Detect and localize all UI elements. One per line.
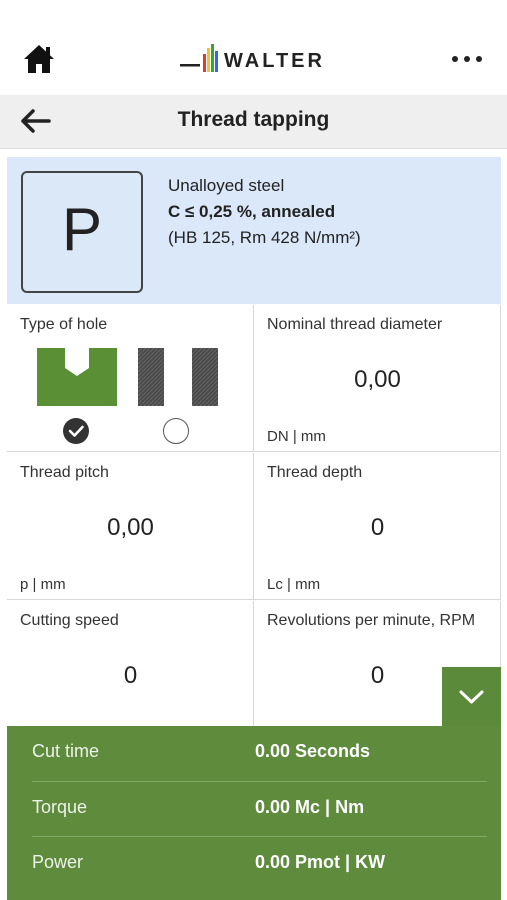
material-name: Unalloyed steel: [168, 176, 285, 195]
power-label: Power: [32, 852, 84, 872]
thread-depth-unit: Lc | mm: [267, 576, 321, 593]
thread-pitch-label: Thread pitch: [20, 464, 109, 481]
nominal-diameter-cell[interactable]: Nominal thread diameter 0,00 DN | mm: [254, 305, 501, 452]
top-bar: WALTER: [0, 0, 507, 95]
material-hardness: (HB 125, Rm 428 N/mm²): [168, 228, 361, 247]
walter-logo: WALTER: [180, 42, 330, 78]
cut-time-row: Cut time 0.00 Seconds: [7, 726, 501, 781]
power-value: 0.00 Pmot | KW: [255, 852, 386, 872]
thread-depth-cell[interactable]: Thread depth 0 Lc | mm: [254, 453, 501, 600]
torque-label: Torque: [32, 797, 88, 817]
logo-text: WALTER: [224, 50, 325, 72]
title-bar: Thread tapping: [0, 95, 507, 149]
results-panel: Cut time 0.00 Seconds Torque 0.00 Mc | N…: [7, 726, 501, 900]
material-group-badge: P: [21, 171, 143, 293]
blind-hole-icon[interactable]: [37, 348, 117, 406]
rpm-label: Revolutions per minute, RPM: [267, 612, 476, 629]
cut-time-value: 0.00 Seconds: [255, 741, 371, 761]
through-hole-radio[interactable]: [163, 418, 189, 444]
page-title: Thread tapping: [177, 108, 330, 131]
material-group-letter: P: [61, 196, 103, 263]
type-of-hole-cell: Type of hole: [7, 305, 254, 452]
thread-depth-value[interactable]: 0: [254, 514, 501, 542]
torque-value: 0.00 Mc | Nm: [255, 797, 365, 817]
home-icon[interactable]: [22, 42, 56, 76]
cut-time-label: Cut time: [32, 741, 100, 761]
type-of-hole-label: Type of hole: [20, 316, 108, 333]
nominal-diameter-unit: DN | mm: [267, 428, 326, 445]
nominal-diameter-label: Nominal thread diameter: [267, 316, 443, 333]
through-hole-icon[interactable]: [138, 348, 218, 406]
material-spec: C ≤ 0,25 %, annealed: [168, 202, 336, 221]
cutting-speed-label: Cutting speed: [20, 612, 119, 629]
blind-hole-radio[interactable]: [63, 418, 89, 444]
power-row: Power 0.00 Pmot | KW: [7, 837, 501, 892]
thread-pitch-cell[interactable]: Thread pitch 0,00 p | mm: [7, 453, 254, 600]
expand-results-button[interactable]: [442, 667, 501, 726]
chevron-down-icon: [459, 690, 484, 704]
thread-pitch-value[interactable]: 0,00: [7, 514, 254, 542]
cutting-speed-value[interactable]: 0: [7, 662, 254, 690]
more-icon[interactable]: [450, 52, 484, 66]
thread-depth-label: Thread depth: [267, 464, 363, 481]
material-panel[interactable]: P Unalloyed steel C ≤ 0,25 %, annealed (…: [7, 157, 501, 304]
thread-pitch-unit: p | mm: [20, 576, 66, 593]
nominal-diameter-value[interactable]: 0,00: [254, 366, 501, 394]
check-icon: [68, 425, 84, 437]
torque-row: Torque 0.00 Mc | Nm: [7, 782, 501, 837]
